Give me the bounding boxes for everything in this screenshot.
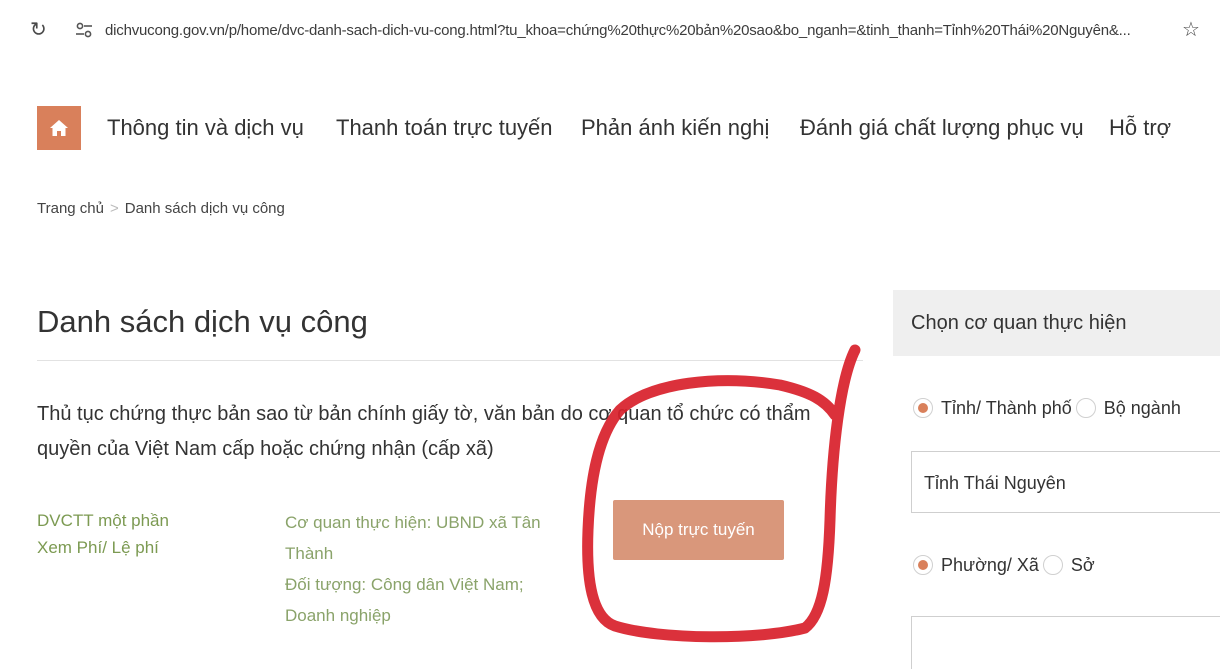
- radio-department-label[interactable]: Sở: [1071, 550, 1095, 580]
- scope-radio-group: Tỉnh/ Thành phố Bộ ngành: [913, 393, 1181, 423]
- radio-ward[interactable]: [913, 555, 933, 575]
- browser-address-bar: ↻ dichvucong.gov.vn/p/home/dvc-danh-sach…: [0, 0, 1220, 66]
- site-settings-icon[interactable]: [74, 20, 94, 40]
- main-navigation: Thông tin và dịch vụ Thanh toán trực tuy…: [0, 92, 1220, 164]
- nav-item-support[interactable]: Hỗ trợ: [1109, 110, 1171, 146]
- fee-link[interactable]: Xem Phí/ Lệ phí: [37, 534, 257, 561]
- title-divider: [37, 360, 863, 361]
- nav-item-online-payment[interactable]: Thanh toán trực tuyến: [336, 110, 553, 146]
- radio-province-label[interactable]: Tỉnh/ Thành phố: [941, 393, 1072, 423]
- unit-select[interactable]: [911, 616, 1220, 669]
- procedure-title-link[interactable]: Thủ tục chứng thực bản sao từ bản chính …: [37, 397, 827, 467]
- unit-radio-group: Phường/ Xã Sở: [913, 550, 1095, 580]
- nav-item-service-rating[interactable]: Đánh giá chất lượng phục vụ: [800, 110, 1084, 146]
- procedure-meta-left: DVCTT một phần Xem Phí/ Lệ phí: [37, 507, 257, 561]
- subjects-text: Đối tượng: Công dân Việt Nam; Doanh nghi…: [285, 575, 524, 625]
- sidebar-heading-bar: Chọn cơ quan thực hiện: [893, 290, 1220, 356]
- page: ↻ dichvucong.gov.vn/p/home/dvc-danh-sach…: [0, 0, 1220, 669]
- agency-filter-sidebar: Chọn cơ quan thực hiện Tỉnh/ Thành phố B…: [893, 290, 1220, 669]
- reload-icon[interactable]: ↻: [30, 18, 50, 42]
- home-button[interactable]: [37, 106, 81, 150]
- province-select[interactable]: Tỉnh Thái Nguyên: [911, 451, 1220, 513]
- service-level-label: DVCTT một phần: [37, 511, 169, 530]
- radio-department[interactable]: [1042, 555, 1063, 575]
- submit-online-button[interactable]: Nộp trực tuyến: [613, 500, 784, 560]
- radio-province[interactable]: [913, 398, 933, 418]
- breadcrumb-current: Danh sách dịch vụ công: [124, 200, 285, 217]
- agency-text: Cơ quan thực hiện: UBND xã Tân Thành: [285, 513, 541, 563]
- radio-ward-label[interactable]: Phường/ Xã: [941, 550, 1039, 580]
- nav-item-feedback[interactable]: Phản ánh kiến nghị: [581, 110, 769, 146]
- home-icon: [50, 120, 68, 136]
- breadcrumb-separator: >: [109, 200, 119, 217]
- url-field[interactable]: dichvucong.gov.vn/p/home/dvc-danh-sach-d…: [105, 19, 1165, 43]
- province-select-value: Tỉnh Thái Nguyên: [924, 473, 1066, 493]
- page-title: Danh sách dịch vụ công: [37, 304, 368, 339]
- procedure-meta-details: Cơ quan thực hiện: UBND xã Tân Thành Đối…: [285, 507, 575, 631]
- radio-ministry[interactable]: [1075, 398, 1096, 418]
- nav-item-information-services[interactable]: Thông tin và dịch vụ: [107, 110, 304, 146]
- sidebar-heading: Chọn cơ quan thực hiện: [911, 312, 1127, 334]
- breadcrumb: Trang chủ > Danh sách dịch vụ công: [37, 197, 285, 221]
- breadcrumb-home-link[interactable]: Trang chủ: [37, 200, 104, 217]
- radio-ministry-label[interactable]: Bộ ngành: [1104, 393, 1181, 423]
- bookmark-star-icon[interactable]: ☆: [1182, 17, 1206, 43]
